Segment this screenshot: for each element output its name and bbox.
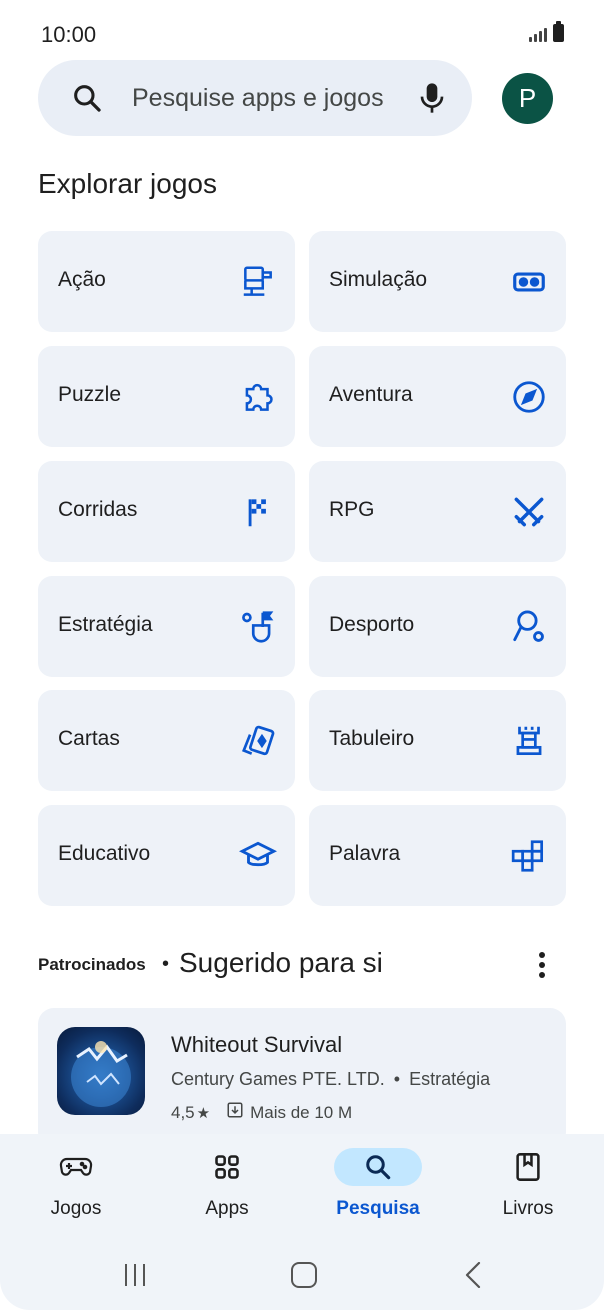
playing-cards-icon bbox=[239, 722, 277, 760]
category-label: Cartas bbox=[58, 727, 120, 750]
category-tile-corridas[interactable]: Corridas bbox=[38, 461, 295, 562]
app-meta: 4,5 ★ Mais de 10 M bbox=[171, 1101, 352, 1124]
crossed-swords-icon bbox=[510, 493, 548, 531]
category-tile-simulacao[interactable]: Simulação bbox=[309, 231, 566, 332]
recent-apps-button[interactable] bbox=[122, 1262, 150, 1293]
category-label: Estratégia bbox=[58, 613, 153, 636]
word-tiles-icon bbox=[510, 837, 548, 875]
account-avatar[interactable]: P bbox=[502, 73, 553, 124]
star-icon: ★ bbox=[196, 1104, 211, 1122]
app-genre: Estratégia bbox=[409, 1069, 491, 1089]
search-bar[interactable]: Pesquise apps e jogos bbox=[38, 60, 472, 136]
nav-item-pesquisa[interactable]: Pesquisa bbox=[318, 1148, 438, 1220]
category-tile-acao[interactable]: Ação bbox=[38, 231, 295, 332]
more-options-icon[interactable] bbox=[530, 949, 554, 981]
apps-grid-icon bbox=[183, 1148, 271, 1186]
nav-label: Pesquisa bbox=[336, 1198, 420, 1219]
download-icon bbox=[226, 1101, 244, 1124]
category-tile-tabuleiro[interactable]: Tabuleiro bbox=[309, 690, 566, 791]
category-label: Tabuleiro bbox=[329, 727, 415, 750]
suggested-title: Sugerido para si bbox=[179, 947, 383, 978]
suggested-header: Patrocinados • Sugerido para si bbox=[38, 945, 568, 985]
nav-item-apps[interactable]: Apps bbox=[167, 1148, 287, 1220]
strategy-flag-icon bbox=[239, 608, 277, 646]
category-tile-educativo[interactable]: Educativo bbox=[38, 805, 295, 906]
nav-item-livros[interactable]: Livros bbox=[468, 1148, 588, 1220]
racket-icon bbox=[510, 608, 548, 646]
separator-dot: • bbox=[393, 1069, 401, 1089]
sponsored-label: Patrocinados bbox=[38, 955, 146, 974]
category-tile-puzzle[interactable]: Puzzle bbox=[38, 346, 295, 447]
status-bar: 10:00 bbox=[0, 0, 604, 64]
action-icon bbox=[239, 263, 277, 301]
chess-rook-icon bbox=[510, 722, 548, 760]
search-icon bbox=[334, 1148, 422, 1186]
category-tile-desporto[interactable]: Desporto bbox=[309, 576, 566, 677]
app-developer-line: Century Games PTE. LTD. • Estratégia bbox=[171, 1069, 490, 1090]
search-input[interactable]: Pesquise apps e jogos bbox=[132, 84, 384, 113]
vr-headset-icon bbox=[510, 263, 548, 301]
category-label: Puzzle bbox=[58, 383, 122, 406]
category-label: RPG bbox=[329, 498, 375, 521]
category-label: Palavra bbox=[329, 842, 401, 865]
category-tile-rpg[interactable]: RPG bbox=[309, 461, 566, 562]
back-button[interactable] bbox=[462, 1261, 486, 1293]
separator-dot: • bbox=[162, 953, 170, 975]
nav-label: Jogos bbox=[50, 1198, 102, 1219]
category-label: Aventura bbox=[329, 383, 413, 406]
category-label: Ação bbox=[58, 268, 106, 291]
category-tile-aventura[interactable]: Aventura bbox=[309, 346, 566, 447]
app-downloads: Mais de 10 M bbox=[250, 1102, 353, 1122]
gamepad-icon bbox=[32, 1148, 120, 1186]
nav-label: Livros bbox=[502, 1198, 554, 1219]
category-tile-estrategia[interactable]: Estratégia bbox=[38, 576, 295, 677]
app-name: Whiteout Survival bbox=[171, 1032, 343, 1057]
category-label: Corridas bbox=[58, 498, 138, 521]
category-label: Desporto bbox=[329, 613, 415, 636]
graduation-cap-icon bbox=[238, 837, 278, 875]
home-button[interactable] bbox=[290, 1262, 318, 1293]
category-tile-cartas[interactable]: Cartas bbox=[38, 690, 295, 791]
puzzle-piece-icon bbox=[239, 378, 277, 416]
category-tile-palavra[interactable]: Palavra bbox=[309, 805, 566, 906]
microphone-icon[interactable] bbox=[416, 80, 448, 121]
section-title: Explorar jogos bbox=[38, 168, 217, 199]
status-time: 10:00 bbox=[41, 22, 97, 47]
search-icon bbox=[71, 82, 103, 119]
app-card-whiteout-survival[interactable]: Whiteout Survival Century Games PTE. LTD… bbox=[38, 1008, 566, 1148]
category-label: Simulação bbox=[329, 268, 428, 291]
checkered-flag-icon bbox=[239, 493, 277, 531]
app-developer: Century Games PTE. LTD. bbox=[171, 1069, 385, 1089]
signal-battery-icon bbox=[529, 21, 564, 42]
category-label: Educativo bbox=[58, 842, 151, 865]
app-rating: 4,5 bbox=[171, 1102, 195, 1122]
compass-icon bbox=[510, 378, 548, 416]
app-icon bbox=[57, 1027, 145, 1115]
book-icon bbox=[484, 1148, 572, 1186]
nav-item-jogos[interactable]: Jogos bbox=[16, 1148, 136, 1220]
nav-label: Apps bbox=[205, 1198, 249, 1219]
